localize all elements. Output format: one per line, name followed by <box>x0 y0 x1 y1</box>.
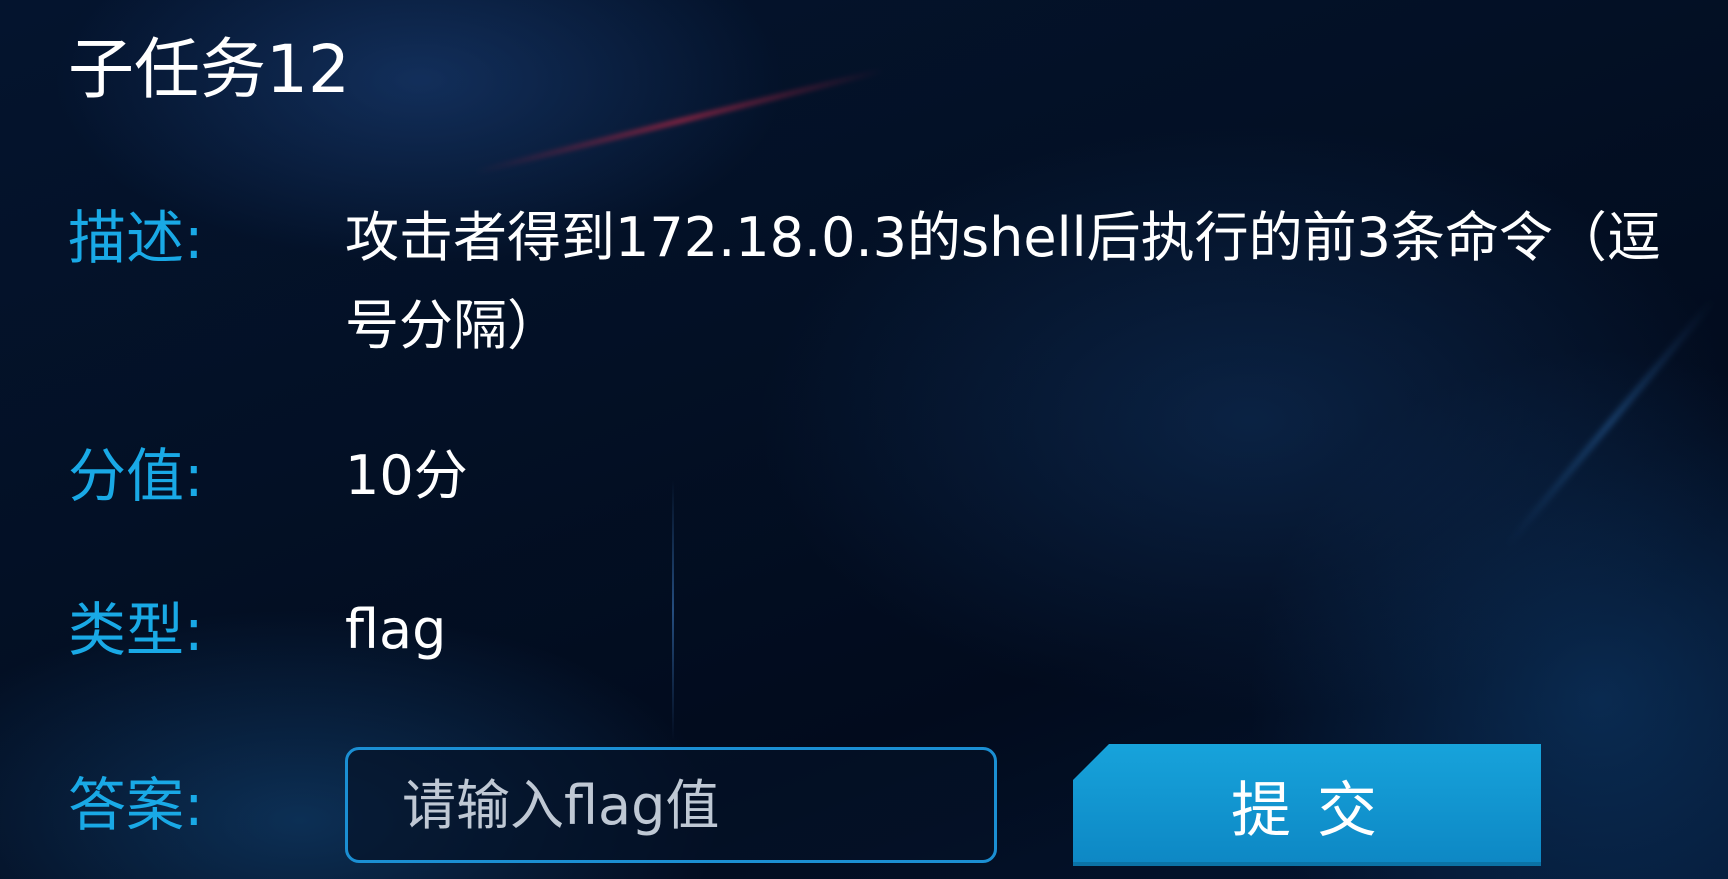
subtask-panel: 子任务12 描述: 攻击者得到172.18.0.3的shell后执行的前3条命令… <box>0 0 1728 879</box>
submit-button[interactable]: 提交 <box>1073 744 1541 866</box>
description-label: 描述: <box>68 204 204 272</box>
score-label: 分值: <box>68 442 204 510</box>
answer-label: 答案: <box>68 771 204 839</box>
score-row: 分值: 10分 <box>68 432 468 520</box>
answer-row: 答案: 提交 <box>68 744 1541 866</box>
description-value: 攻击者得到172.18.0.3的shell后执行的前3条命令（逗号分隔） <box>345 206 1661 357</box>
description-row: 描述: 攻击者得到172.18.0.3的shell后执行的前3条命令（逗号分隔） <box>68 194 1685 370</box>
score-value: 10分 <box>345 444 468 507</box>
type-value: flag <box>345 598 447 661</box>
type-row: 类型: flag <box>68 586 446 674</box>
subtask-title: 子任务12 <box>68 31 350 108</box>
type-label: 类型: <box>68 596 204 664</box>
flag-answer-input[interactable] <box>345 747 997 863</box>
